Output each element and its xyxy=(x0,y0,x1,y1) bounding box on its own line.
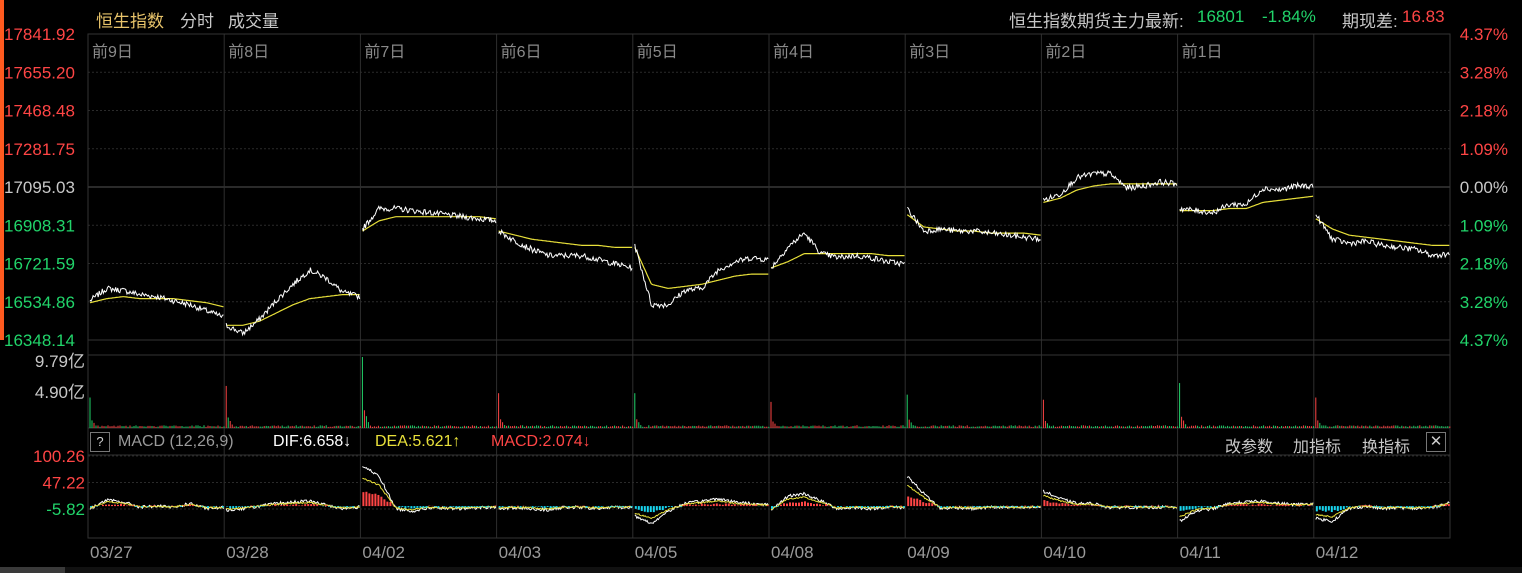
macd-tick-label: -5.82 xyxy=(46,500,85,519)
intraday-chart[interactable]: 17841.92 4.37%17655.20 3.28%17468.48 2.18%1… xyxy=(0,0,1522,573)
price-tick-label: 17655.20 xyxy=(4,63,75,82)
price-tick-label: 16348.14 xyxy=(4,331,75,350)
day-label: 前9日 xyxy=(92,43,133,61)
left-accent-bar xyxy=(0,0,4,340)
day-label: 前7日 xyxy=(364,43,405,61)
change-params-button[interactable]: 改参数 xyxy=(1225,433,1273,457)
dif-line xyxy=(1042,489,1178,510)
pct-tick-label: 2.18% xyxy=(1460,102,1508,121)
dea-line xyxy=(89,501,224,509)
scrollbar-thumb[interactable] xyxy=(0,567,65,573)
price-tick-label: 17095.03 xyxy=(4,178,75,197)
tab-intraday[interactable]: 分时 xyxy=(180,7,214,32)
basis-value: 16.83 xyxy=(1402,7,1445,26)
dea-line xyxy=(1043,494,1177,509)
average-price-line xyxy=(634,247,769,289)
date-label: 04/09 xyxy=(907,543,950,562)
price-tick-label: 16534.86 xyxy=(4,293,75,312)
macd-title[interactable]: MACD (12,26,9) xyxy=(118,433,234,451)
futures-price: 16801 xyxy=(1197,7,1245,26)
date-label: 04/02 xyxy=(362,543,405,562)
tab-volume[interactable]: 成交量 xyxy=(228,7,279,32)
pct-tick-label: 0.00% xyxy=(1460,178,1508,197)
index-name[interactable]: 恒生指数 xyxy=(96,7,164,32)
dif-line xyxy=(1315,501,1450,523)
average-price-line xyxy=(770,253,905,269)
date-label: 04/11 xyxy=(1180,543,1221,562)
pct-tick-label: 3.28% xyxy=(1460,293,1508,312)
dea-line xyxy=(770,496,905,511)
day-label: 前3日 xyxy=(909,43,950,61)
dif-line xyxy=(1179,499,1314,523)
volume-tick-label: 4.90亿 xyxy=(35,383,85,402)
price-tick-label: 16908.31 xyxy=(4,216,75,235)
dea-value: DEA:5.621↑ xyxy=(375,433,461,450)
date-label: 04/10 xyxy=(1043,543,1086,562)
horizontal-scrollbar[interactable] xyxy=(0,567,1522,573)
day-label: 前2日 xyxy=(1045,43,1086,61)
dif-line xyxy=(89,498,224,511)
price-tick-label: 16721.59 xyxy=(4,255,75,274)
day-label: 前6日 xyxy=(501,43,542,61)
futures-label: 恒生指数期货主力最新: xyxy=(1009,12,1184,31)
date-label: 03/27 xyxy=(90,543,133,562)
volume-tick-label: 9.79亿 xyxy=(35,352,85,371)
futures-change: -1.84% xyxy=(1262,7,1316,26)
pct-tick-label: 1.09% xyxy=(1460,140,1508,159)
day-label: 前4日 xyxy=(773,43,814,61)
day-label: 前5日 xyxy=(637,43,678,61)
price-line xyxy=(634,243,769,309)
average-price-line xyxy=(226,294,360,326)
macd-tick-label: 47.22 xyxy=(42,474,85,493)
macd-panel-header: ? MACD (12,26,9) DIF:6.658↓ DEA:5.621↑ M… xyxy=(88,431,1448,456)
pct-tick-label: 4.37% xyxy=(1460,331,1508,350)
dea-line xyxy=(907,484,1041,510)
dif-line xyxy=(906,476,1041,512)
day-label: 前1日 xyxy=(1182,43,1223,61)
price-tick-label: 17468.48 xyxy=(4,102,75,121)
dif-value: DIF:6.658↓ xyxy=(273,433,352,450)
macd-value: MACD:2.074↓ xyxy=(491,433,591,450)
price-line xyxy=(906,206,1041,243)
date-label: 04/08 xyxy=(771,543,814,562)
price-tick-label: 17281.75 xyxy=(4,140,75,159)
day-label: 前8日 xyxy=(228,43,269,61)
pct-tick-label: 2.18% xyxy=(1460,255,1508,274)
close-icon[interactable]: ✕ xyxy=(1426,432,1446,452)
price-line xyxy=(361,204,497,232)
pct-tick-label: 1.09% xyxy=(1460,216,1508,235)
price-line xyxy=(770,232,905,269)
price-line xyxy=(1315,214,1450,259)
date-label: 04/03 xyxy=(499,543,542,562)
macd-tick-label: 100.26 xyxy=(33,447,85,466)
basis-label: 期现差: xyxy=(1342,12,1398,31)
dea-line xyxy=(1315,503,1450,518)
date-label: 04/05 xyxy=(635,543,678,562)
add-indicator-button[interactable]: 加指标 xyxy=(1293,433,1341,457)
date-label: 04/12 xyxy=(1316,543,1359,562)
dif-line xyxy=(634,497,769,524)
switch-indicator-button[interactable]: 换指标 xyxy=(1362,433,1410,457)
date-label: 03/28 xyxy=(226,543,269,562)
average-price-line xyxy=(1179,195,1314,212)
chart-header: 恒生指数 分时 成交量 恒生指数期货主力最新: 16801 -1.84% 期现差… xyxy=(0,0,1522,34)
pct-tick-label: 3.28% xyxy=(1460,63,1508,82)
help-button[interactable]: ? xyxy=(90,432,110,452)
